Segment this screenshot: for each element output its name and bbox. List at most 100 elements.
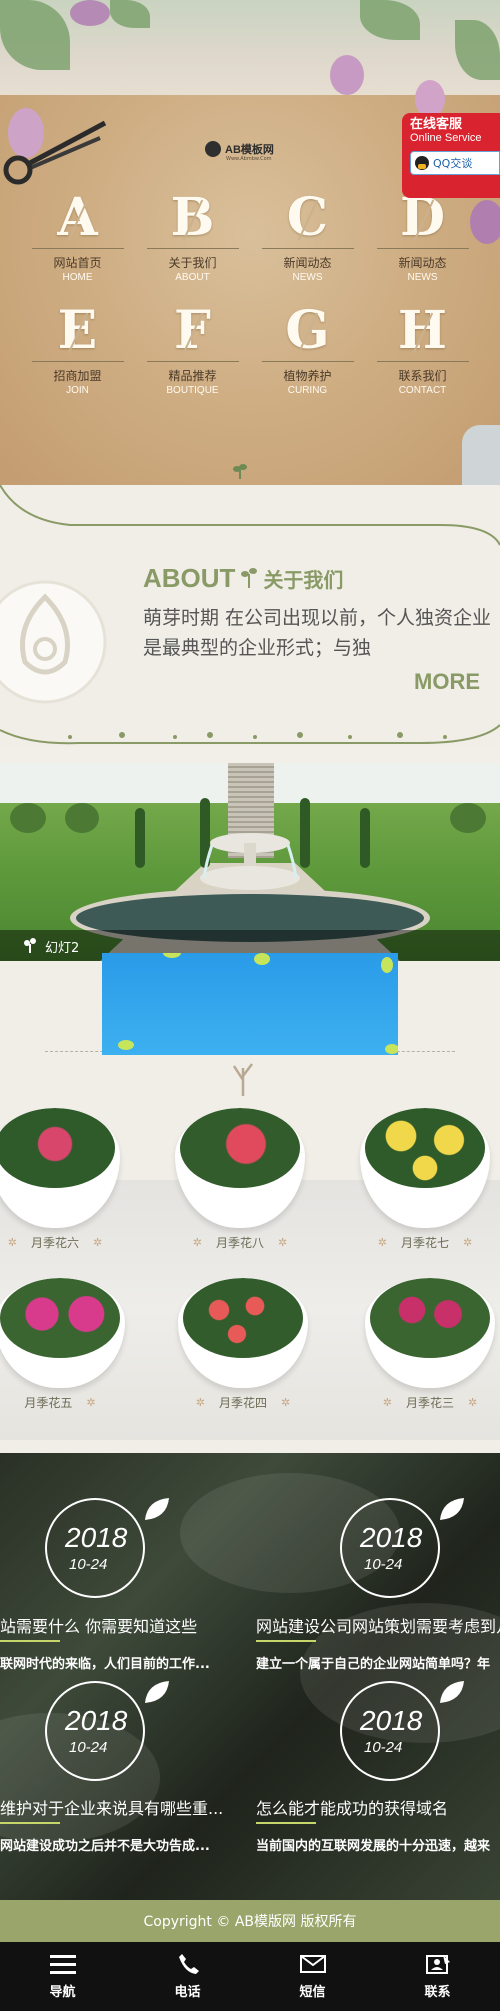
date-month-day: 10-24 [364, 1556, 403, 1573]
sprout-icon [241, 566, 258, 592]
nav-item-contact[interactable]: H 联系我们 CONTACT [365, 303, 480, 398]
logo-mark-icon [205, 141, 221, 157]
bottom-nav-contact[interactable]: 联系 [375, 1942, 500, 2011]
hero-banner: AB模板网 Www.Abmbw.Com A 网站首页 HOME B 关于我们 A… [0, 0, 500, 492]
online-service-subtitle: Online Service [410, 132, 482, 144]
nav-item-join[interactable]: E 招商加盟 JOIN [20, 303, 135, 398]
star-icon: ✲ [463, 1236, 473, 1249]
about-heading: ABOUT 关于我们 [143, 563, 343, 594]
product-caption: ✲ 月季花四 ✲ [178, 1394, 308, 1411]
nav-item-curing[interactable]: G 植物养护 CURING [250, 303, 365, 398]
product-caption: 月季花五 ✲ [0, 1394, 125, 1411]
about-section: ABOUT 关于我们 萌芽时期 在公司出现以前，个人独资企业是最典型的企业形式；… [0, 485, 500, 747]
news-divider [0, 1822, 60, 1824]
news-title[interactable]: 站需要什么 你需要知道这些 [0, 1613, 197, 1637]
nav-label-cn: 关于我们 [168, 256, 217, 270]
nav-divider [146, 248, 239, 249]
star-icon: ✲ [195, 1396, 205, 1409]
product-card[interactable]: ✲ 月季花六 ✲ [0, 1108, 120, 1251]
product-caption: ✲ 月季花八 ✲ [175, 1234, 305, 1251]
news-divider [0, 1640, 60, 1642]
leaf-icon [145, 1681, 169, 1703]
bottom-nav-bar: 导航 电话 短信 联系 [0, 1942, 500, 2011]
copyright-text: Copyright © AB模版网 版权所有 [143, 1914, 357, 1930]
news-section: 2018 10-24 站需要什么 你需要知道这些 联网时代的来临，人们目前的工作… [0, 1453, 500, 1900]
star-icon: ✲ [86, 1396, 96, 1409]
product-name: 月季花七 [400, 1236, 449, 1250]
product-card[interactable]: ✲ 月季花七 ✲ [360, 1108, 490, 1251]
product-image [183, 1278, 303, 1358]
nav-label-en: NEWS [292, 272, 323, 283]
news-title[interactable]: 网站建设公司网站策划需要考虑到几 [256, 1613, 500, 1637]
product-card[interactable]: ✲ 月季花四 ✲ [178, 1278, 308, 1411]
site-logo[interactable]: AB模板网 [205, 141, 274, 157]
product-image [0, 1278, 120, 1358]
nav-letter: G [285, 300, 330, 361]
nav-label-cn: 招商加盟 [53, 369, 102, 383]
qq-chat-button[interactable]: QQ交谈 [410, 151, 500, 175]
bottom-nav-menu[interactable]: 导航 [0, 1942, 125, 2011]
product-header-banner [102, 948, 399, 1055]
nav-item-about[interactable]: B 关于我们 ABOUT [135, 190, 250, 285]
star-icon: ✲ [281, 1396, 291, 1409]
nav-item-boutique[interactable]: F 精品推荐 BOUTIQUE [135, 303, 250, 398]
star-icon: ✲ [377, 1236, 387, 1249]
about-heading-cn: 关于我们 [263, 568, 344, 592]
news-title[interactable]: 维护对于企业来说具有哪些重... [0, 1795, 223, 1819]
tree-icon [360, 808, 370, 868]
date-badge: 2018 10-24 [45, 1498, 169, 1598]
contact-card-icon [425, 1955, 450, 1974]
tulip-decoration-icon [70, 0, 110, 26]
bottom-nav-sms[interactable]: 短信 [250, 1942, 375, 2011]
nav-letter: E [57, 300, 98, 361]
product-bowl [175, 1108, 305, 1228]
date-badge: 2018 10-24 [340, 1498, 464, 1598]
about-more-link[interactable]: MORE [414, 669, 480, 695]
star-icon: ✲ [278, 1236, 288, 1249]
twig-icon [228, 1060, 258, 1096]
about-emblem-icon [0, 567, 120, 717]
nav-item-news-2[interactable]: D 新闻动态 NEWS [365, 190, 480, 285]
product-card[interactable]: ✲ 月季花八 ✲ [175, 1108, 305, 1251]
tree-icon [135, 808, 145, 868]
leaf-icon [145, 1498, 169, 1520]
news-divider [256, 1640, 316, 1642]
bottom-nav-phone[interactable]: 电话 [125, 1942, 250, 2011]
product-image [370, 1278, 490, 1358]
copyright-bar: Copyright © AB模版网 版权所有 [0, 1900, 500, 1942]
star-icon: ✲ [192, 1236, 202, 1249]
nav-item-news[interactable]: C 新闻动态 NEWS [250, 190, 365, 285]
nav-divider [31, 248, 124, 249]
round-shrub-icon [65, 803, 99, 833]
product-card[interactable]: ✲ 月季花三 ✲ [365, 1278, 495, 1411]
online-service-title: 在线客服 [410, 117, 463, 132]
date-month-day: 10-24 [69, 1556, 108, 1573]
nav-letter: C [286, 187, 329, 248]
nav-label-cn: 联系我们 [398, 369, 447, 383]
logo-subtitle: Www.Abmbw.Com [226, 156, 272, 162]
tulip-decoration-icon [330, 55, 364, 95]
bottom-nav-label: 电话 [174, 1985, 201, 2000]
date-year: 2018 [360, 1522, 423, 1553]
product-image [365, 1108, 485, 1188]
product-caption: ✲ 月季花三 ✲ [365, 1394, 495, 1411]
news-divider [256, 1822, 316, 1824]
nav-letter: B [170, 187, 215, 248]
nav-item-home[interactable]: A 网站首页 HOME [20, 190, 135, 285]
news-title[interactable]: 怎么能才能成功的获得域名 [256, 1795, 448, 1819]
nav-label-en: JOIN [66, 385, 89, 396]
nav-label-en: CONTACT [398, 385, 447, 396]
nav-letter: F [174, 300, 211, 361]
sprout-icon [233, 463, 247, 479]
bottom-nav-label: 导航 [49, 1985, 76, 2000]
product-caption: ✲ 月季花六 ✲ [0, 1234, 120, 1251]
logo-text: AB模板网 [225, 144, 274, 156]
sprout-icon [24, 937, 36, 953]
product-card[interactable]: 月季花五 ✲ [0, 1278, 125, 1411]
product-name: 月季花六 [30, 1236, 79, 1250]
news-summary: 联网时代的来临，人们目前的工作... [0, 1657, 210, 1672]
product-name: 月季花八 [215, 1236, 264, 1250]
phone-icon [178, 1954, 199, 1974]
nav-divider [146, 361, 239, 362]
nav-label-en: CURING [287, 385, 328, 396]
